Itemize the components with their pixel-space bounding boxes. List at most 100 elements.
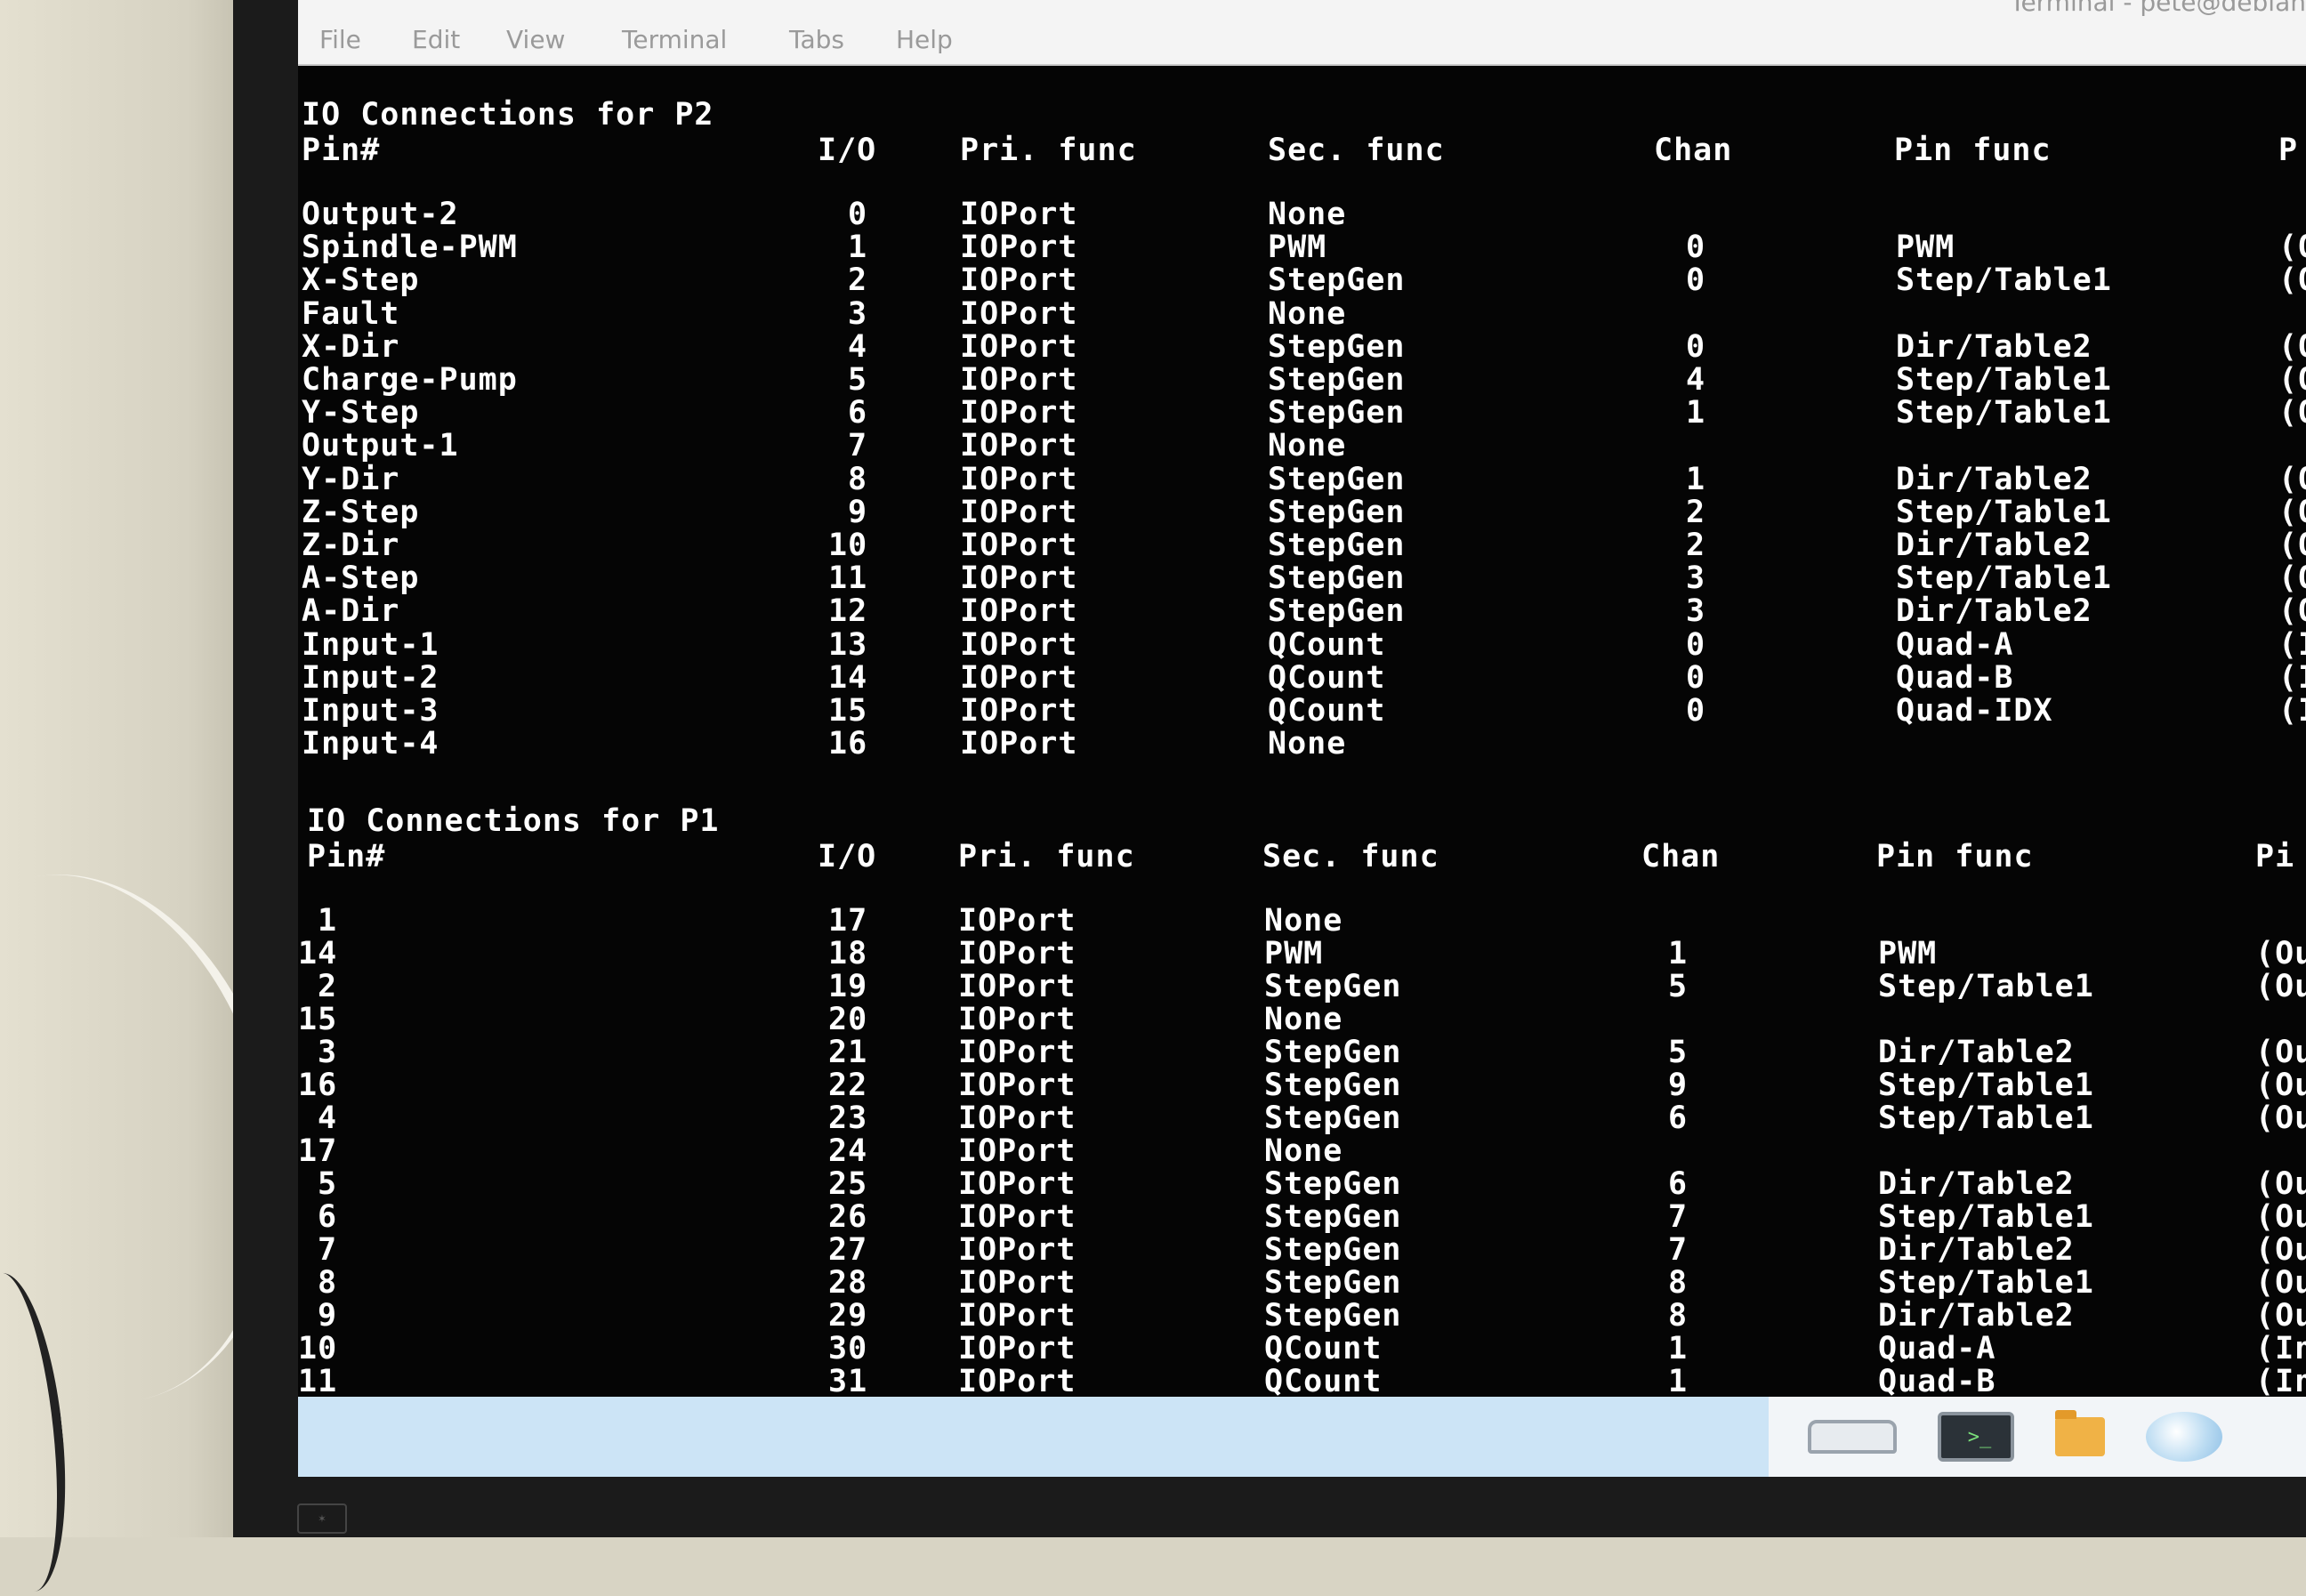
terminal-icon[interactable]: >_ bbox=[1938, 1412, 2014, 1462]
cell-pin: A-Step bbox=[302, 560, 420, 597]
cell-pinfunc: Step/Table1 bbox=[1896, 560, 2112, 597]
cell-pinfunc: Dir/Table2 bbox=[1878, 1298, 2075, 1334]
col-io: I/O bbox=[818, 133, 877, 168]
cell-pin: 2 bbox=[318, 969, 338, 1004]
cell-pin: 3 bbox=[318, 1035, 338, 1070]
menu-file[interactable]: File bbox=[319, 25, 361, 54]
cell-sec: StepGen bbox=[1264, 1035, 1402, 1070]
cell-p: (I bbox=[2278, 626, 2306, 663]
energy-star-logo: ✶ bbox=[297, 1503, 347, 1534]
cell-sec: QCount bbox=[1268, 693, 1386, 729]
cell-pin: 16 bbox=[298, 1068, 338, 1103]
cell-pri: IOPort bbox=[960, 461, 1078, 497]
cell-io: 31 bbox=[828, 1364, 868, 1399]
menu-view[interactable]: View bbox=[506, 25, 565, 54]
cell-chan: 1 bbox=[1686, 461, 1706, 497]
cell-sec: QCount bbox=[1264, 1331, 1383, 1366]
cell-io: 15 bbox=[828, 693, 868, 729]
cell-pinfunc: Step/Table1 bbox=[1896, 262, 2112, 299]
cell-pinfunc: Quad-A bbox=[1878, 1331, 1996, 1366]
cell-p: (In bbox=[2255, 1364, 2306, 1399]
cell-p: (O bbox=[2278, 494, 2306, 530]
cell-p: (Ou bbox=[2255, 1166, 2306, 1202]
folder-icon[interactable] bbox=[2055, 1410, 2105, 1456]
cell-sec: StepGen bbox=[1268, 528, 1406, 563]
cell-pinfunc: Step/Table1 bbox=[1878, 1068, 2094, 1103]
cell-io: 26 bbox=[828, 1199, 868, 1235]
cell-sec: StepGen bbox=[1264, 1265, 1402, 1301]
cell-chan: 8 bbox=[1668, 1265, 1689, 1301]
cell-sec: StepGen bbox=[1264, 1232, 1402, 1268]
cell-io: 0 bbox=[848, 197, 868, 232]
cell-pri: IOPort bbox=[958, 1232, 1076, 1268]
cell-pin: Y-Step bbox=[302, 395, 420, 431]
cell-io: 29 bbox=[828, 1298, 868, 1334]
cell-pinfunc: Quad-A bbox=[1896, 626, 2014, 663]
cell-p: (O bbox=[2278, 230, 2306, 266]
cell-pri: IOPort bbox=[960, 726, 1078, 762]
menu-terminal[interactable]: Terminal bbox=[622, 25, 727, 54]
cell-pin: 11 bbox=[298, 1364, 338, 1399]
cell-pin: 6 bbox=[318, 1199, 338, 1235]
cell-p: (Ou bbox=[2255, 936, 2306, 971]
cell-pri: IOPort bbox=[960, 428, 1078, 464]
cell-p: (O bbox=[2278, 362, 2306, 398]
cell-pinfunc: Quad-B bbox=[1878, 1364, 1996, 1399]
cell-io: 20 bbox=[828, 1002, 868, 1037]
cell-pri: IOPort bbox=[958, 1298, 1076, 1334]
cell-io: 27 bbox=[828, 1232, 868, 1268]
network-icon[interactable] bbox=[1808, 1420, 1897, 1454]
cell-sec: StepGen bbox=[1268, 328, 1406, 365]
cell-chan: 1 bbox=[1668, 1331, 1689, 1366]
cell-io: 6 bbox=[848, 395, 868, 431]
cell-chan: 8 bbox=[1668, 1298, 1689, 1334]
cell-p: (O bbox=[2278, 560, 2306, 597]
cell-pin: Spindle-PWM bbox=[302, 230, 518, 266]
terminal-output[interactable]: IO Connections for P2 Pin# I/O Pri. func… bbox=[298, 64, 2306, 1399]
cell-io: 18 bbox=[828, 936, 868, 971]
cell-pinfunc: Dir/Table2 bbox=[1896, 461, 2092, 497]
menu-edit[interactable]: Edit bbox=[412, 25, 460, 54]
cell-p: (Ou bbox=[2255, 969, 2306, 1004]
cell-pri: IOPort bbox=[960, 362, 1078, 398]
cell-pinfunc: Dir/Table2 bbox=[1878, 1166, 2075, 1202]
col-sec-func: Sec. func bbox=[1268, 133, 1445, 168]
col-pin-type: Pi bbox=[2255, 839, 2295, 875]
cell-pri: IOPort bbox=[958, 1100, 1076, 1136]
cell-pri: IOPort bbox=[960, 262, 1078, 299]
cell-pin: Input-4 bbox=[302, 726, 439, 762]
cell-pin: Output-2 bbox=[302, 197, 459, 232]
taskbar: >_ bbox=[298, 1397, 2306, 1477]
cell-chan: 0 bbox=[1686, 230, 1706, 266]
cell-pin: Input-2 bbox=[302, 659, 439, 696]
menu-help[interactable]: Help bbox=[896, 25, 953, 54]
cell-pri: IOPort bbox=[960, 395, 1078, 431]
col-sec-func: Sec. func bbox=[1262, 839, 1439, 875]
cell-io: 19 bbox=[828, 969, 868, 1004]
cell-chan: 0 bbox=[1686, 626, 1706, 663]
cell-pinfunc: Dir/Table2 bbox=[1878, 1232, 2075, 1268]
cell-p: (I bbox=[2278, 659, 2306, 696]
cell-chan: 0 bbox=[1686, 262, 1706, 299]
cell-pri: IOPort bbox=[958, 1331, 1076, 1366]
cell-sec: None bbox=[1264, 1002, 1343, 1037]
cell-io: 13 bbox=[828, 626, 868, 663]
cell-io: 16 bbox=[828, 726, 868, 762]
cell-p: (Ou bbox=[2255, 1265, 2306, 1301]
menu-tabs[interactable]: Tabs bbox=[789, 25, 844, 54]
cell-pri: IOPort bbox=[958, 1364, 1076, 1399]
browser-icon[interactable] bbox=[2146, 1412, 2222, 1462]
cell-pinfunc: Quad-IDX bbox=[1896, 693, 2053, 729]
cell-pinfunc: Step/Table1 bbox=[1878, 1265, 2094, 1301]
cell-p: (O bbox=[2278, 461, 2306, 497]
cell-p: (O bbox=[2278, 593, 2306, 630]
cell-pin: Z-Step bbox=[302, 494, 420, 530]
cell-pin: 7 bbox=[318, 1232, 338, 1268]
cell-pin: 10 bbox=[298, 1331, 338, 1366]
cell-sec: StepGen bbox=[1264, 1298, 1402, 1334]
cell-sec: StepGen bbox=[1264, 1166, 1402, 1202]
col-pin-func: Pin func bbox=[1894, 133, 2052, 168]
cell-pri: IOPort bbox=[960, 693, 1078, 729]
wall-background bbox=[0, 0, 329, 1596]
cell-pinfunc: PWM bbox=[1896, 230, 1955, 266]
